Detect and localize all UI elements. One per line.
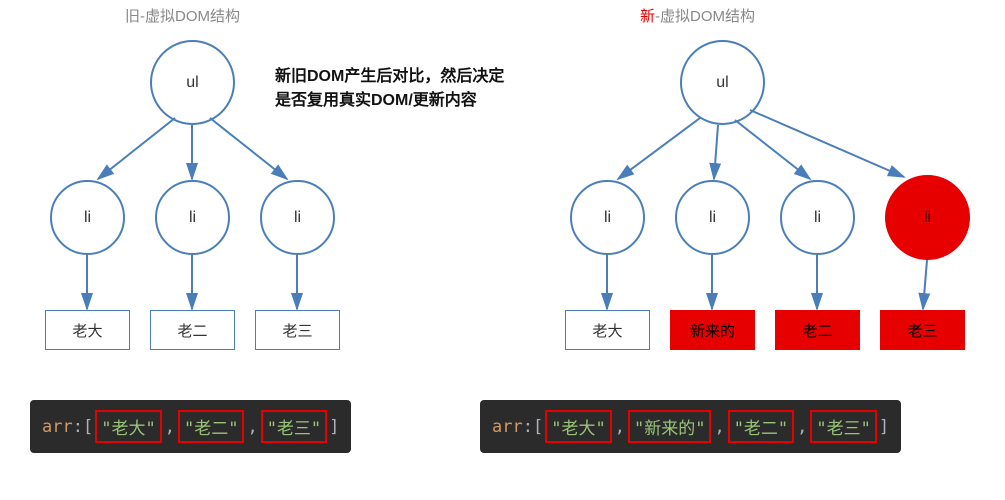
old-label-3: 老三 [255,310,340,350]
new-title: 新-虚拟DOM结构 [640,5,755,26]
old-li-node-3: li [260,180,335,255]
old-li-node-2: li [155,180,230,255]
code-open: [ [83,417,93,437]
new-label-3-changed: 老二 [775,310,860,350]
code-sep: , [247,417,257,437]
new-li-node-3: li [780,180,855,255]
code-colon: : [73,417,83,437]
old-ul-node: ul [150,40,235,125]
old-code-val-0: "老大" [95,410,161,443]
code-colon: : [523,417,533,437]
old-prefix: 旧 [125,8,140,25]
old-code-val-2: "老三" [261,410,327,443]
old-array-code: arr: ["老大","老二","老三"] [30,400,351,453]
code-key: arr [42,417,73,437]
center-note-line2: 是否复用真实DOM/更新内容 [275,89,504,113]
new-code-val-0: "老大" [545,410,611,443]
old-code-val-1: "老二" [178,410,244,443]
code-close: ] [879,417,889,437]
old-label-1: 老大 [45,310,130,350]
new-suffix: -虚拟DOM结构 [655,8,755,25]
new-code-val-2: "老二" [728,410,794,443]
code-key: arr [492,417,523,437]
center-note: 新旧DOM产生后对比，然后决定 是否复用真实DOM/更新内容 [275,65,504,113]
code-sep: , [615,417,625,437]
new-code-val-3: "老三" [810,410,876,443]
old-li-node-1: li [50,180,125,255]
old-title: 旧-虚拟DOM结构 [125,5,240,26]
new-li-node-1: li [570,180,645,255]
new-code-val-1: "新来的" [628,410,711,443]
new-li-node-2: li [675,180,750,255]
new-ul-node: ul [680,40,765,125]
vdom-diff-diagram: 旧-虚拟DOM结构 新-虚拟DOM结构 新旧DOM产生后对比，然后决定 是否复用… [0,0,1005,500]
old-suffix: -虚拟DOM结构 [140,8,240,25]
code-sep: , [797,417,807,437]
new-label-2-changed: 新来的 [670,310,755,350]
code-sep: , [165,417,175,437]
code-open: [ [533,417,543,437]
center-note-line1: 新旧DOM产生后对比，然后决定 [275,65,504,89]
code-close: ] [329,417,339,437]
new-label-1: 老大 [565,310,650,350]
new-prefix: 新 [640,8,655,25]
code-sep: , [714,417,724,437]
new-label-4-changed: 老三 [880,310,965,350]
old-label-2: 老二 [150,310,235,350]
new-array-code: arr: ["老大","新来的","老二","老三"] [480,400,901,453]
new-li-node-4-added: li [885,175,970,260]
